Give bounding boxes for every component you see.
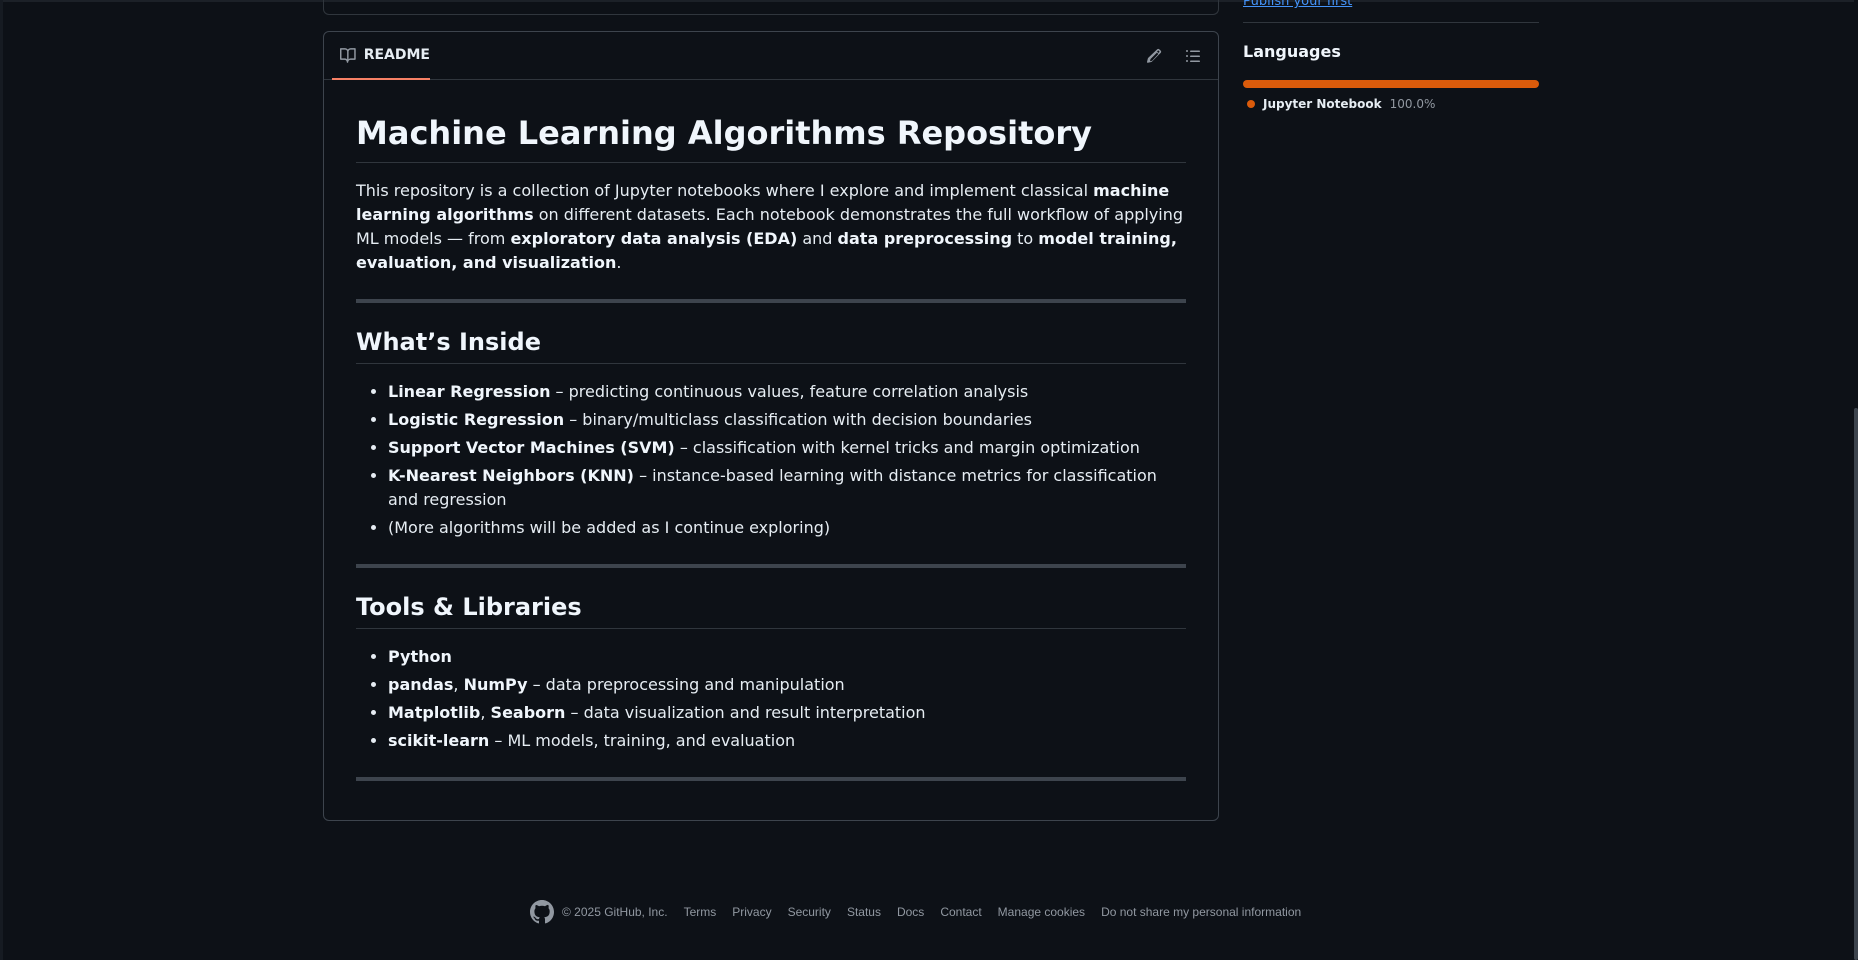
item-bold: scikit-learn xyxy=(388,731,490,750)
languages-title: Languages xyxy=(1243,42,1341,61)
footer-copyright: © 2025 GitHub, Inc. xyxy=(562,905,668,919)
list-item: Support Vector Machines (SVM) – classifi… xyxy=(388,436,1186,460)
item-text: – predicting continuous values, feature … xyxy=(550,382,1029,401)
readme-tab[interactable]: README xyxy=(332,32,430,80)
footer-link-security[interactable]: Security xyxy=(788,905,831,919)
item-text: – binary/multiclass classification with … xyxy=(564,410,1033,429)
pencil-icon xyxy=(1146,48,1162,63)
intro-text: . xyxy=(616,253,622,272)
item-text: – data preprocessing and manipulation xyxy=(527,675,845,694)
item-bold: Support Vector Machines (SVM) xyxy=(388,438,675,457)
item-text: – ML models, training, and evaluation xyxy=(489,731,796,750)
list-item: Matplotlib, Seaborn – data visualization… xyxy=(388,701,1186,725)
list-item: (More algorithms will be added as I cont… xyxy=(388,516,1186,540)
book-icon xyxy=(340,48,356,63)
item-bold: pandas xyxy=(388,675,454,694)
footer-link-privacy[interactable]: Privacy xyxy=(732,905,771,919)
publish-package-link[interactable]: Publish your first package xyxy=(1243,0,1393,8)
inside-list: Linear Regression – predicting continuou… xyxy=(356,380,1186,540)
footer-link-do-not-share[interactable]: Do not share my personal information xyxy=(1101,905,1301,919)
item-bold: NumPy xyxy=(463,675,528,694)
footer-link-manage-cookies[interactable]: Manage cookies xyxy=(998,905,1085,919)
divider xyxy=(356,777,1186,781)
item-bold: K-Nearest Neighbors (KNN) xyxy=(388,466,634,485)
language-name: Jupyter Notebook xyxy=(1263,97,1382,111)
section-heading-tools: Tools & Libraries xyxy=(356,592,1186,629)
github-mark-icon[interactable] xyxy=(530,900,554,924)
divider xyxy=(356,564,1186,568)
item-text: (More algorithms will be added as I cont… xyxy=(388,518,831,537)
list-item: Linear Regression – predicting continuou… xyxy=(388,380,1186,404)
language-item[interactable]: Jupyter Notebook 100.0% xyxy=(1247,97,1435,111)
sidebar-divider xyxy=(1243,22,1539,23)
item-bold: Logistic Regression xyxy=(388,410,565,429)
left-edge xyxy=(0,0,3,960)
divider xyxy=(356,299,1186,303)
previous-panel xyxy=(323,0,1219,15)
intro-text: This repository is a collection of Jupyt… xyxy=(356,181,1094,200)
footer: © 2025 GitHub, Inc. Terms Privacy Securi… xyxy=(530,900,1301,924)
list-unordered-icon xyxy=(1186,50,1200,62)
readme-title: Machine Learning Algorithms Repository xyxy=(356,113,1186,163)
intro-bold: exploratory data analysis (EDA) xyxy=(510,229,798,248)
language-percent: 100.0% xyxy=(1389,97,1436,111)
readme-intro: This repository is a collection of Jupyt… xyxy=(356,179,1186,275)
readme-tab-label: README xyxy=(363,47,430,63)
item-text: – data visualization and result interpre… xyxy=(565,703,926,722)
footer-link-terms[interactable]: Terms xyxy=(684,905,717,919)
section-heading-inside: What’s Inside xyxy=(356,327,1186,364)
outline-button[interactable] xyxy=(1181,44,1205,68)
readme-panel: README Machine Learning Algorithms Repos… xyxy=(323,31,1219,821)
footer-brand: © 2025 GitHub, Inc. xyxy=(530,900,668,924)
item-bold: Seaborn xyxy=(490,703,566,722)
list-item: Logistic Regression – binary/multiclass … xyxy=(388,408,1186,432)
item-sep: , xyxy=(480,703,491,722)
footer-link-status[interactable]: Status xyxy=(847,905,881,919)
footer-link-contact[interactable]: Contact xyxy=(940,905,981,919)
language-color-dot xyxy=(1247,100,1255,108)
intro-text: to xyxy=(1012,229,1039,248)
list-item: pandas, NumPy – data preprocessing and m… xyxy=(388,673,1186,697)
readme-header: README xyxy=(324,32,1218,80)
item-bold: Python xyxy=(388,647,452,666)
page: README Machine Learning Algorithms Repos… xyxy=(0,0,1858,960)
list-item: Python xyxy=(388,645,1186,669)
language-bar-segment[interactable] xyxy=(1243,80,1539,88)
intro-bold: data preprocessing xyxy=(837,229,1013,248)
footer-link-docs[interactable]: Docs xyxy=(897,905,924,919)
tools-list: Python pandas, NumPy – data preprocessin… xyxy=(356,645,1186,753)
edit-readme-button[interactable] xyxy=(1142,44,1166,68)
language-bar xyxy=(1243,80,1539,88)
item-bold: Linear Regression xyxy=(388,382,551,401)
item-bold: Matplotlib xyxy=(388,703,481,722)
readme-body: Machine Learning Algorithms Repository T… xyxy=(356,80,1186,781)
scrollbar-thumb[interactable] xyxy=(1854,408,1858,960)
list-item: K-Nearest Neighbors (KNN) – instance-bas… xyxy=(388,464,1186,512)
item-text: – classification with kernel tricks and … xyxy=(674,438,1140,457)
item-sep: , xyxy=(453,675,464,694)
list-item: scikit-learn – ML models, training, and … xyxy=(388,729,1186,753)
intro-text: and xyxy=(797,229,838,248)
